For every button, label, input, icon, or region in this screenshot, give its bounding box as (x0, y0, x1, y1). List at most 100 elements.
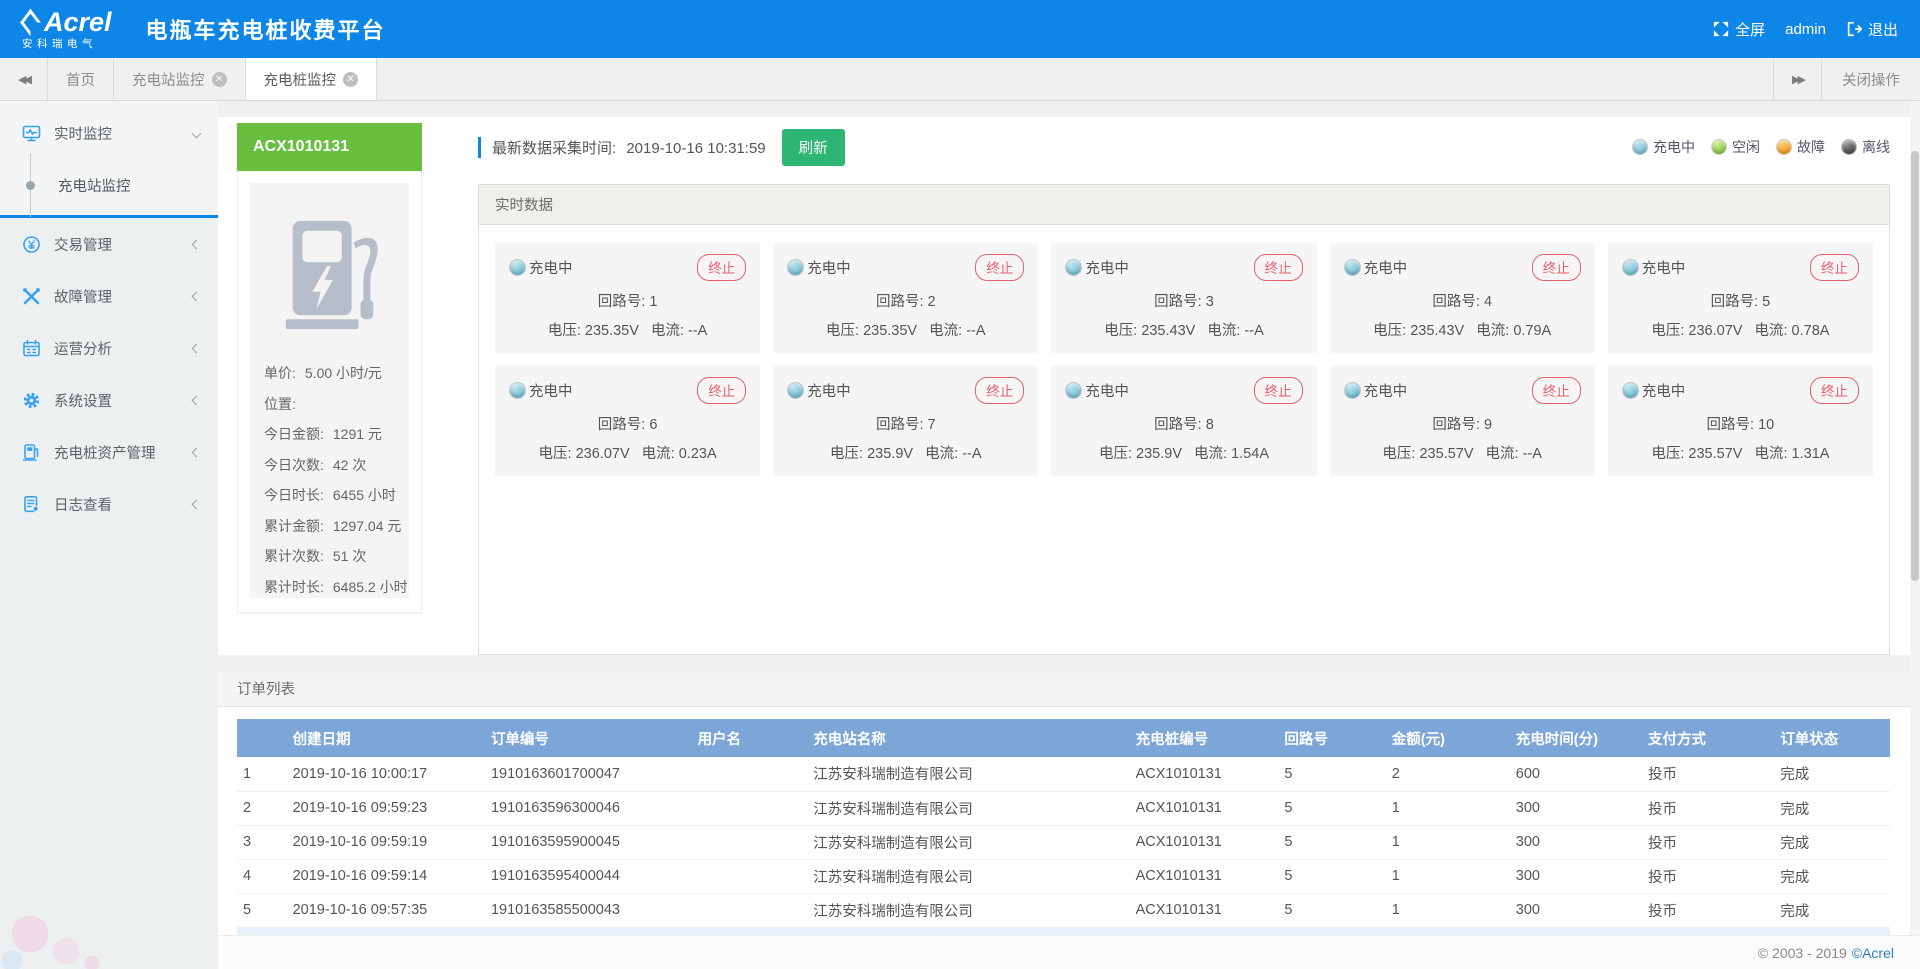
chevron-left-icon (192, 239, 202, 249)
cell-station: 江苏安科瑞制造有限公司 (807, 859, 1129, 893)
circuit-card: 充电中 终止 回路号: 1 电压: (495, 243, 760, 353)
circuit-no-value: 3 (1206, 294, 1214, 310)
legend-fault: 故障 (1776, 137, 1825, 157)
current-label: 电流: (651, 323, 684, 339)
circuit-no-label: 回路号: (1707, 417, 1755, 433)
station-stat-line: 今日次数: 42 次 (264, 455, 395, 475)
cell-user (692, 757, 808, 791)
cell-order-no: 1910163596300046 (485, 791, 692, 825)
terminate-button[interactable]: 终止 (1254, 254, 1303, 281)
circuit-card: 充电中 终止 回路号: 7 电压: (773, 366, 1038, 476)
station-stat-line: 单价: 5.00 小时/元 (264, 363, 395, 383)
scrollbar-thumb[interactable] (1911, 151, 1919, 581)
tabs-scroll-left-icon[interactable]: ◀◀ (0, 58, 48, 100)
terminate-button[interactable]: 终止 (975, 254, 1024, 281)
current-value: --A (688, 323, 707, 339)
sidebar-item-faults[interactable]: 故障管理 (0, 270, 218, 322)
station-stats: 单价: 5.00 小时/元 位置: 今日金额: (264, 363, 395, 597)
current-label: 电流: (1476, 323, 1509, 339)
terminate-button[interactable]: 终止 (1532, 377, 1581, 404)
cell-pile: ACX1010131 (1130, 893, 1279, 927)
sidebar-item-realtime-monitor[interactable]: 实时监控 (0, 107, 218, 159)
collect-time-label: 最新数据采集时间: (492, 140, 616, 157)
tabs-scroll-right-icon[interactable]: ▶▶ (1773, 58, 1821, 100)
tab-home[interactable]: 首页 (48, 58, 114, 100)
tab-close-icon[interactable]: ✕ (212, 72, 227, 87)
cell-pile: ACX1010131 (1130, 757, 1279, 791)
refresh-button[interactable]: 刷新 (782, 129, 845, 166)
circuit-card: 充电中 终止 回路号: 6 电压: (495, 366, 760, 476)
circuit-status-label: 充电中 (1642, 257, 1686, 278)
close-operations-label: 关闭操作 (1842, 69, 1900, 90)
cell-station: 江苏安科瑞制造有限公司 (807, 893, 1129, 927)
pile-monitor-section: ACX1010131 (218, 117, 1920, 655)
voltage-value: 235.43V (1141, 323, 1195, 339)
current-label: 电流: (1754, 446, 1787, 462)
orders-table: 创建日期 订单编号 用户名 充电站名称 充电桩编号 回路号 金额(元) 充电时间… (237, 719, 1890, 928)
col-index (237, 719, 287, 757)
circuit-no-value: 2 (928, 294, 936, 310)
circuit-card: 充电中 终止 回路号: 5 电压: (1608, 243, 1873, 353)
current-value: 0.78A (1792, 323, 1830, 339)
fullscreen-button[interactable]: 全屏 (1713, 19, 1765, 40)
close-operations-button[interactable]: 关闭操作 (1821, 58, 1920, 100)
terminate-button[interactable]: 终止 (1532, 254, 1581, 281)
current-label: 电流: (1207, 323, 1240, 339)
fault-status-icon (1776, 139, 1792, 155)
circuit-status-label: 充电中 (1085, 380, 1129, 401)
cell-circuit: 5 (1278, 893, 1385, 927)
fault-icon (22, 287, 41, 306)
tab-pile-monitor[interactable]: 充电桩监控 ✕ (246, 58, 378, 100)
footer-brand-link[interactable]: ©Acrel (1852, 945, 1894, 961)
tab-bar: ◀◀ 首页 充电站监控 ✕ 充电桩监控 ✕ ▶▶ 关闭操作 (0, 58, 1920, 101)
charging-status-icon (1344, 382, 1361, 399)
terminate-button[interactable]: 终止 (1810, 377, 1859, 404)
chevron-down-icon (192, 128, 202, 138)
col-order-no: 订单编号 (485, 719, 692, 757)
main-content: ACX1010131 (218, 101, 1920, 969)
sidebar-item-label: 充电桩资产管理 (54, 442, 193, 463)
sidebar-item-operations-analysis[interactable]: 运营分析 (0, 322, 218, 374)
terminate-button[interactable]: 终止 (1254, 377, 1303, 404)
current-value: --A (1523, 446, 1542, 462)
voltage-value: 235.43V (1410, 323, 1464, 339)
stat-value: 51 次 (333, 546, 366, 566)
sidebar-item-system-settings[interactable]: 系统设置 (0, 374, 218, 426)
user-menu[interactable]: admin (1785, 21, 1826, 38)
charging-status-icon (509, 259, 526, 276)
sidebar-subitem-station-monitor[interactable]: 充电站监控 (0, 159, 218, 211)
sidebar-item-logs[interactable]: 日志查看 (0, 478, 218, 530)
collect-time-value: 2019-10-16 10:31:59 (626, 140, 765, 157)
station-stat-line: 今日金额: 1291 元 (264, 424, 395, 444)
terminate-button[interactable]: 终止 (975, 377, 1024, 404)
voltage-label: 电压: (539, 446, 572, 462)
app-header: Acrel 安科瑞电气 电瓶车充电桩收费平台 全屏 admin 退出 (0, 0, 1920, 58)
terminate-button[interactable]: 终止 (697, 254, 746, 281)
sidebar-item-transactions[interactable]: 交易管理 (0, 218, 218, 270)
terminate-button[interactable]: 终止 (1810, 254, 1859, 281)
calendar-icon (22, 339, 41, 358)
cell-circuit: 5 (1278, 859, 1385, 893)
cell-order-no: 1910163595400044 (485, 859, 692, 893)
chevron-left-icon (192, 447, 202, 457)
tab-close-icon[interactable]: ✕ (343, 72, 358, 87)
sidebar-item-label: 故障管理 (54, 286, 193, 307)
cell-order-no: 1910163595900045 (485, 825, 692, 859)
stat-label: 今日金额: (264, 424, 324, 444)
tab-station-monitor[interactable]: 充电站监控 ✕ (114, 58, 246, 100)
terminate-button[interactable]: 终止 (697, 377, 746, 404)
cell-minutes: 600 (1510, 757, 1642, 791)
voltage-value: 235.35V (863, 323, 917, 339)
logout-button[interactable]: 退出 (1846, 19, 1898, 40)
sidebar-item-pile-assets[interactable]: 充电桩资产管理 (0, 426, 218, 478)
sidebar-decoration (0, 839, 218, 969)
realtime-data-panel: 实时数据 充电中 终止 (478, 184, 1890, 655)
logout-label: 退出 (1868, 19, 1898, 40)
charging-status-icon (1344, 259, 1361, 276)
circuit-status-label: 充电中 (1642, 380, 1686, 401)
circuit-card: 充电中 终止 回路号: 10 电压: (1608, 366, 1873, 476)
order-row: 2 2019-10-16 09:59:23 1910163596300046 江… (237, 791, 1890, 825)
cell-index: 5 (237, 893, 287, 927)
circuit-grid: 充电中 终止 回路号: 1 电压: (495, 243, 1873, 476)
col-pile-no: 充电桩编号 (1130, 719, 1279, 757)
